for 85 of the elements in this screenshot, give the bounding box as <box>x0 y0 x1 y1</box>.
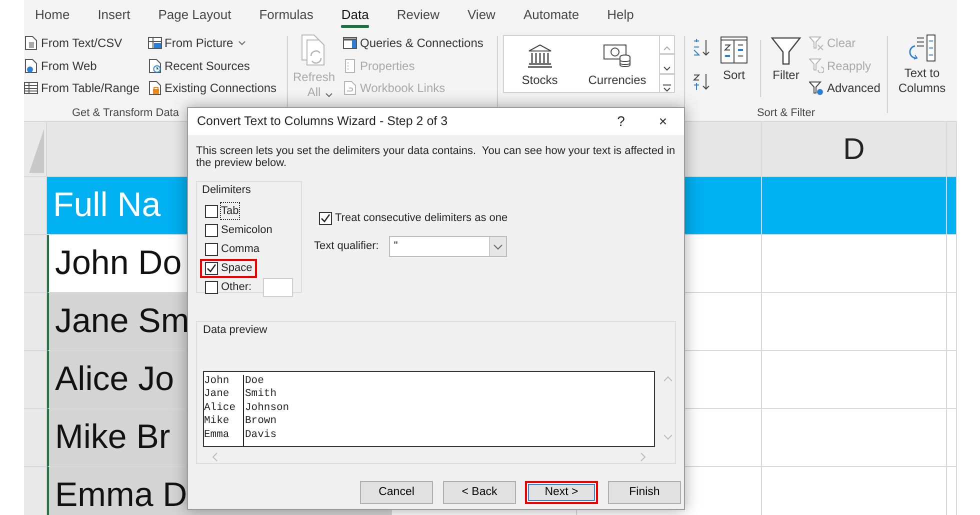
ribbon-command[interactable]: Queries & Connections <box>343 32 484 54</box>
ribbon-command[interactable]: From Text/CSV <box>24 32 140 54</box>
help-button[interactable]: ? <box>600 111 642 132</box>
ribbon-command[interactable]: From Table/Range <box>24 77 140 100</box>
picture-icon <box>148 36 162 50</box>
ribbon-command[interactable]: Advanced <box>809 77 880 100</box>
gallery-scroll-button[interactable] <box>660 74 675 93</box>
description-text: This screen lets you set the delimiters your data contains. You can see how your text is affected in the preview below. <box>196 145 676 169</box>
panel-icon <box>343 36 357 50</box>
preview-cell-text: Davis <box>245 428 278 442</box>
ribbon-tab[interactable]: Page Layout <box>149 1 240 29</box>
column-header[interactable]: D <box>762 122 947 177</box>
caret-icon <box>238 40 246 46</box>
ribbon-tab[interactable]: Automate <box>514 1 588 29</box>
checkbox[interactable] <box>205 280 218 294</box>
checkbox-label[interactable]: Other: <box>221 278 252 296</box>
dialog-button[interactable]: Cancel <box>360 481 433 504</box>
dialog-button[interactable]: Finish <box>608 481 681 504</box>
scroll-left-icon <box>211 452 218 462</box>
text-to-columns-button[interactable]: Text to Columns <box>891 30 953 96</box>
chevron-down-icon <box>492 244 503 250</box>
sort-descending-icon[interactable] <box>692 72 712 92</box>
checkbox[interactable] <box>205 204 218 218</box>
checkbox[interactable] <box>205 224 218 236</box>
header-cell <box>947 177 957 235</box>
sort-ascending-icon[interactable] <box>692 38 712 58</box>
ribbon-tab[interactable]: Insert <box>88 1 140 29</box>
group-label: Get & Transform Data <box>71 107 179 121</box>
ribbon-tab[interactable]: Data <box>332 1 378 29</box>
field-label: Text qualifier: <box>314 239 379 254</box>
ribbon-command[interactable]: Recent Sources <box>148 54 288 77</box>
table-cell <box>947 351 957 409</box>
preview-cell-text: Smith <box>245 388 278 402</box>
link-document-icon <box>343 81 357 96</box>
scroll-up-icon <box>663 374 673 382</box>
dialog-button[interactable]: Next > <box>525 481 598 504</box>
checkbox[interactable] <box>205 262 218 274</box>
ribbon-tab[interactable]: Review <box>388 1 448 29</box>
ribbon-command[interactable]: From Picture <box>148 32 288 54</box>
scroll-right-icon <box>640 452 647 462</box>
text-qualifier-select[interactable]: " <box>388 236 507 257</box>
input-field[interactable] <box>262 278 293 296</box>
window-title: Convert Text to Columns Wizard - Step 2 of 3 <box>197 113 449 130</box>
group-label: Data preview <box>201 322 270 338</box>
filter-icon <box>771 36 801 66</box>
preview-cell-text: Emma <box>204 428 230 442</box>
dialog-button[interactable]: < Back <box>443 481 516 504</box>
close-button[interactable]: × <box>642 111 684 132</box>
scroll-down-icon <box>663 434 673 440</box>
checkbox-label[interactable]: Space <box>221 260 252 276</box>
bank-icon <box>526 42 554 69</box>
ribbon-command[interactable]: From Web <box>24 54 140 77</box>
caret-icon <box>325 92 333 98</box>
data-type-button[interactable]: Currencies <box>576 36 659 92</box>
document-lock-icon <box>148 81 162 96</box>
table-cell <box>947 293 957 351</box>
table-cell <box>947 235 957 293</box>
checkbox[interactable] <box>205 242 218 256</box>
sort-icon <box>720 36 748 64</box>
filter-reapply-icon <box>809 58 824 74</box>
clock-document-icon <box>148 58 162 73</box>
ribbon-command[interactable]: Existing Connections <box>148 77 288 100</box>
currency-icon <box>603 42 632 69</box>
filter-button[interactable]: Filter <box>771 36 801 107</box>
preview-cell-text: Doe <box>245 374 265 388</box>
ribbon-tab[interactable]: Help <box>598 1 643 29</box>
text-to-columns-icon <box>908 34 936 64</box>
filter-clear-icon <box>809 36 824 51</box>
checkbox-label[interactable]: Tab <box>221 202 239 220</box>
preview-cell-text: Mike <box>204 415 230 429</box>
checkbox-label[interactable]: Comma <box>221 240 260 258</box>
preview-cell-text: Jane <box>204 388 230 402</box>
group-label: Sort & Filter <box>756 107 816 121</box>
filter-advanced-icon <box>809 80 824 96</box>
ribbon-tab[interactable]: View <box>458 1 504 29</box>
preview-cell-text: Brown <box>245 415 278 429</box>
table-cell <box>947 409 957 467</box>
ribbon-tab[interactable]: Home <box>26 1 79 29</box>
ribbon-tab[interactable]: Formulas <box>250 1 322 29</box>
sort-button[interactable]: Sort <box>720 36 748 107</box>
checkbox[interactable] <box>319 212 332 225</box>
data-type-button[interactable]: Stocks <box>504 36 576 92</box>
preview-cell-text: John <box>204 374 230 388</box>
gallery-scroll-button[interactable] <box>660 54 675 74</box>
properties-icon <box>343 58 357 73</box>
